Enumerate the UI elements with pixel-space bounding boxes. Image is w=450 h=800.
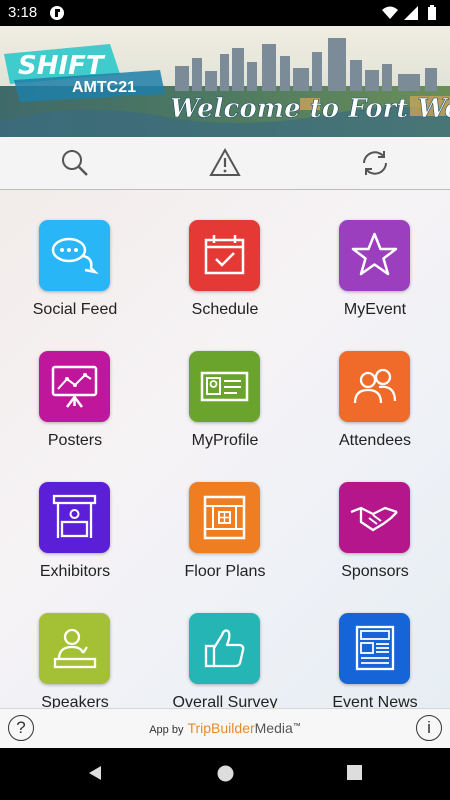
tile-speakers[interactable]: Speakers	[0, 583, 150, 708]
newspaper-icon	[339, 613, 410, 684]
recents-button[interactable]	[346, 764, 363, 786]
trademark-symbol: ™	[292, 721, 301, 731]
tile-label: Posters	[47, 432, 103, 449]
handshake-icon	[339, 482, 410, 553]
status-bar: 3:18	[0, 0, 450, 26]
banner-event-name: SHIFT	[18, 51, 106, 81]
app-by-text: App by	[149, 724, 184, 736]
tile-label: Exhibitors	[39, 563, 111, 580]
signal-icon	[404, 6, 418, 20]
speaker-podium-icon	[39, 613, 110, 684]
recents-icon	[347, 765, 362, 780]
people-icon	[339, 351, 410, 422]
footer-bar: ? App by TripBuilderMedia™ i	[0, 708, 450, 749]
brand-name-part2: Media	[254, 720, 293, 736]
tile-label: MyProfile	[191, 432, 259, 449]
chat-bubbles-icon	[39, 220, 110, 291]
tile-label: Speakers	[41, 694, 109, 708]
event-banner: SHIFT AMTC21 Welcome to Fort Worth!	[0, 26, 450, 137]
tile-floor-plans[interactable]: Floor Plans	[150, 452, 300, 583]
presentation-chart-icon	[39, 351, 110, 422]
tile-posters[interactable]: Posters	[0, 321, 150, 452]
back-button[interactable]	[86, 764, 104, 787]
tile-attendees[interactable]: Attendees	[300, 321, 450, 452]
tile-schedule[interactable]: Schedule	[150, 190, 300, 321]
booth-icon	[39, 482, 110, 553]
tile-label: Attendees	[338, 432, 412, 449]
tile-sponsors[interactable]: Sponsors	[300, 452, 450, 583]
sync-icon	[363, 151, 387, 175]
tile-event-news[interactable]: Event News	[300, 583, 450, 708]
tile-exhibitors[interactable]: Exhibitors	[0, 452, 150, 583]
home-button[interactable]	[216, 764, 235, 788]
tile-label: Overall Survey	[172, 694, 278, 708]
id-card-icon	[189, 351, 260, 422]
system-nav-bar	[0, 748, 450, 800]
star-icon	[339, 220, 410, 291]
notification-app-icon	[50, 6, 64, 20]
search-button[interactable]	[59, 147, 91, 179]
status-icons	[380, 5, 444, 26]
banner-event-code: AMTC21	[72, 79, 136, 96]
app-credit: App by TripBuilderMedia™	[0, 720, 450, 736]
tile-myprofile[interactable]: MyProfile	[150, 321, 300, 452]
thumbs-up-icon	[189, 613, 260, 684]
battery-icon	[428, 5, 436, 20]
warning-icon	[209, 147, 241, 176]
status-time: 3:18	[8, 4, 38, 21]
brand-name-part1: TripBuilder	[187, 720, 255, 736]
banner-welcome-text: Welcome to Fort Worth!	[170, 94, 450, 124]
home-icon	[217, 765, 234, 782]
tile-label: MyEvent	[343, 301, 407, 318]
tile-label: Event News	[332, 694, 418, 708]
tile-myevent[interactable]: MyEvent	[300, 190, 450, 321]
tile-overall-survey[interactable]: Overall Survey	[150, 583, 300, 708]
toolbar	[0, 137, 450, 190]
fort-worth-banner-image: SHIFT AMTC21 Welcome to Fort Worth!	[0, 26, 450, 137]
tile-label: Schedule	[191, 301, 259, 318]
feature-grid: Social Feed Schedule MyEvent Posters MyP…	[0, 190, 450, 708]
wifi-icon	[382, 6, 398, 19]
sync-button[interactable]	[359, 147, 391, 179]
calendar-check-icon	[189, 220, 260, 291]
tile-social-feed[interactable]: Social Feed	[0, 190, 150, 321]
tile-label: Sponsors	[341, 563, 409, 580]
search-icon	[62, 150, 88, 176]
floor-plan-icon	[189, 482, 260, 553]
tile-label: Social Feed	[32, 301, 118, 318]
alert-button[interactable]	[209, 147, 241, 179]
tile-label: Floor Plans	[184, 563, 266, 580]
info-icon[interactable]: i	[416, 715, 442, 741]
back-icon	[89, 766, 101, 780]
